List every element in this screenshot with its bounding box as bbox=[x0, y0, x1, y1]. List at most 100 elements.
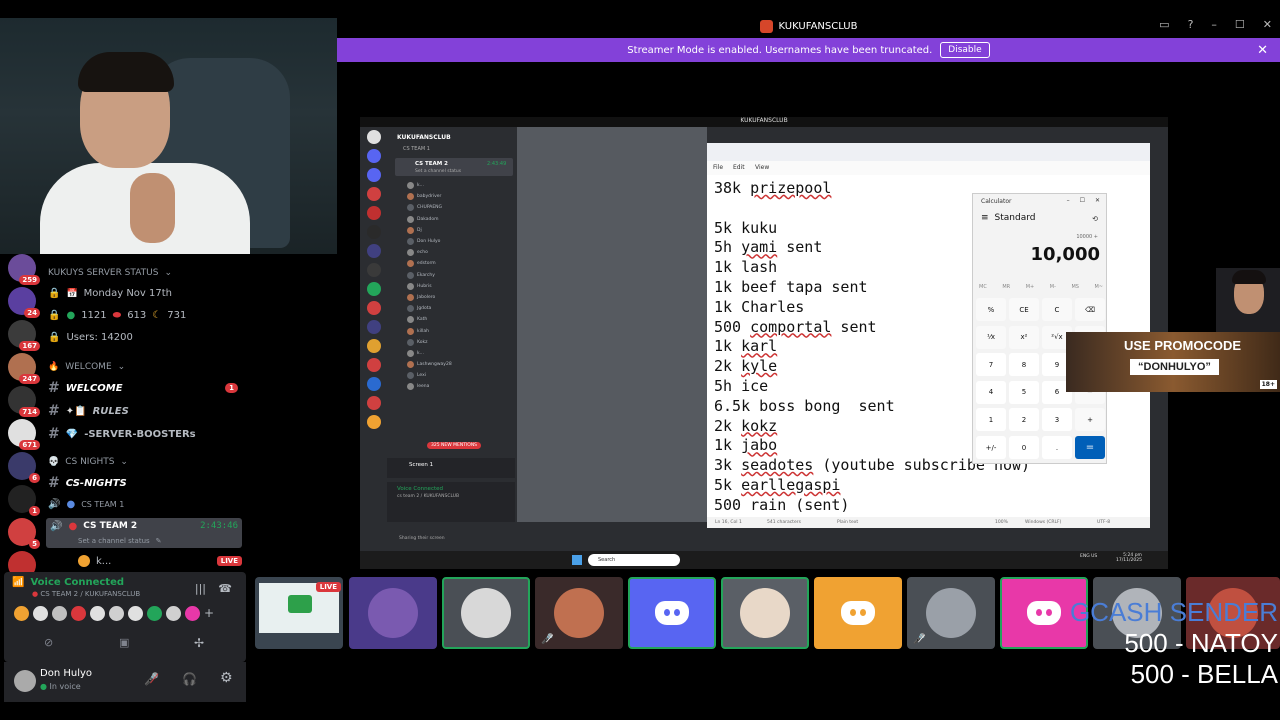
calc-key[interactable]: 7 bbox=[976, 353, 1006, 377]
server-icon[interactable]: 671 bbox=[8, 419, 40, 450]
help-icon[interactable]: ? bbox=[1188, 18, 1194, 31]
memory-button[interactable]: M+ bbox=[1026, 284, 1035, 290]
channel-welcome[interactable]: # WELCOME 1 bbox=[48, 380, 238, 396]
taskbar-search[interactable]: Search bbox=[588, 554, 680, 566]
inbox-icon[interactable]: ▭ bbox=[1159, 18, 1169, 31]
menu-view[interactable]: View bbox=[755, 164, 769, 171]
server-icon[interactable]: 167 bbox=[8, 320, 40, 351]
calc-mode[interactable]: ≡ Standard bbox=[981, 213, 1036, 223]
minimize-button[interactable]: – bbox=[1067, 197, 1070, 204]
channel-status[interactable]: Set a channel status ✎ bbox=[78, 537, 162, 545]
participant-tile[interactable]: 🎤̸ bbox=[535, 577, 623, 649]
welcome-category[interactable]: 🔥 WELCOME ⌄ bbox=[48, 362, 125, 372]
calc-key[interactable]: x² bbox=[1009, 325, 1039, 349]
count-channel[interactable]: 🔒 ● 1121 ⬬ 613 ☾ 731 bbox=[48, 310, 186, 321]
users-channel[interactable]: 🔒 Users: 14200 bbox=[48, 332, 133, 343]
participant-tile[interactable] bbox=[442, 577, 530, 649]
activity-icon[interactable] bbox=[33, 606, 48, 621]
mini-member-avatar bbox=[407, 316, 414, 324]
server-icon[interactable]: 714 bbox=[8, 386, 40, 417]
calc-key[interactable]: 3 bbox=[1042, 408, 1072, 432]
participant-tile[interactable] bbox=[721, 577, 809, 649]
voice-panel: 📶 Voice Connected ● CS TEAM 2 / KUKUFANSC… bbox=[4, 572, 246, 662]
memory-button[interactable]: MR bbox=[1002, 284, 1010, 290]
add-icon[interactable]: + bbox=[204, 606, 214, 621]
status-category[interactable]: KUKUYS SERVER STATUS ⌄ bbox=[48, 268, 172, 278]
maximize-button[interactable]: ☐ bbox=[1080, 197, 1085, 204]
memory-button[interactable]: M~ bbox=[1094, 284, 1103, 290]
calc-key[interactable]: CE bbox=[1009, 298, 1039, 321]
camera-off-icon[interactable]: ⊘ bbox=[44, 636, 53, 649]
activity-icon[interactable] bbox=[147, 606, 162, 621]
menu-edit[interactable]: Edit bbox=[733, 164, 745, 171]
channel-cs-nights[interactable]: # CS-NIGHTS bbox=[48, 475, 127, 491]
menu-file[interactable]: File bbox=[713, 164, 723, 171]
date-channel[interactable]: 🔒 📅 Monday Nov 17th bbox=[48, 288, 172, 299]
age-rating: 18+ bbox=[1259, 380, 1277, 389]
server-icon[interactable]: 5 bbox=[8, 518, 40, 549]
activity-icon[interactable] bbox=[109, 606, 124, 621]
banner-close-icon[interactable]: ✕ bbox=[1257, 43, 1268, 58]
activity-icon[interactable] bbox=[90, 606, 105, 621]
maximize-button[interactable]: ☐ bbox=[1235, 18, 1245, 31]
server-icon[interactable]: 24 bbox=[8, 287, 40, 318]
participant-tile[interactable] bbox=[349, 577, 437, 649]
calc-title: Calculator bbox=[981, 198, 1011, 205]
activity-icon[interactable] bbox=[52, 606, 67, 621]
calc-key[interactable]: + bbox=[1075, 408, 1105, 432]
calc-key[interactable]: 1 bbox=[976, 408, 1006, 432]
memory-button[interactable]: M- bbox=[1050, 284, 1056, 290]
calc-key[interactable]: 8 bbox=[1009, 353, 1039, 377]
hamburger-icon[interactable]: ≡ bbox=[981, 213, 989, 223]
cs-category[interactable]: 💀 CS NIGHTS ⌄ bbox=[48, 457, 128, 467]
disable-button[interactable]: Disable bbox=[940, 42, 990, 58]
activities-icon[interactable]: ✢ bbox=[194, 636, 204, 650]
hash-icon: # bbox=[48, 380, 60, 396]
calc-key[interactable]: 0 bbox=[1009, 436, 1039, 459]
calculator-window: Calculator – ☐ ✕ ≡ Standard ⟲ 10000 + 10,00… bbox=[972, 193, 1107, 464]
headphones-icon[interactable]: 🎧 bbox=[182, 672, 197, 686]
activity-icon[interactable] bbox=[166, 606, 181, 621]
calc-key[interactable]: +/- bbox=[976, 436, 1006, 459]
calc-key[interactable]: . bbox=[1042, 436, 1072, 459]
participant-tile[interactable]: 🎤̸ bbox=[907, 577, 995, 649]
calc-key[interactable]: 2 bbox=[1009, 408, 1039, 432]
activity-icon[interactable] bbox=[71, 606, 86, 621]
history-icon[interactable]: ⟲ bbox=[1092, 215, 1098, 223]
memory-button[interactable]: MS bbox=[1071, 284, 1079, 290]
server-icon[interactable]: 1 bbox=[8, 485, 40, 516]
server-icon[interactable]: 6 bbox=[8, 452, 40, 483]
windows-start-icon[interactable] bbox=[572, 555, 582, 565]
activity-icon[interactable] bbox=[14, 606, 29, 621]
mute-icon[interactable]: 🎤̸ bbox=[144, 672, 159, 686]
voice-status[interactable]: 📶 Voice Connected bbox=[12, 577, 124, 588]
voice-member[interactable]: k... LIVE bbox=[78, 555, 242, 567]
new-mentions-badge[interactable]: 325 NEW MENTIONS bbox=[427, 442, 482, 449]
server-icon[interactable]: 259 bbox=[8, 254, 40, 285]
calc-key[interactable]: % bbox=[976, 298, 1006, 321]
calc-key[interactable]: C bbox=[1042, 298, 1072, 321]
participant-tile[interactable] bbox=[814, 577, 902, 649]
close-button[interactable]: ✕ bbox=[1263, 18, 1272, 31]
screen-share-icon[interactable]: ▣ bbox=[119, 636, 129, 649]
noise-icon[interactable]: ||| bbox=[195, 582, 206, 595]
close-button[interactable]: ✕ bbox=[1095, 197, 1100, 204]
participant-tile[interactable] bbox=[628, 577, 716, 649]
memory-button[interactable]: MC bbox=[979, 284, 987, 290]
disconnect-icon[interactable]: ☎ bbox=[218, 582, 232, 595]
calc-key[interactable]: ⌫ bbox=[1075, 298, 1105, 321]
voice-cs-team-1[interactable]: 🔊 ● CS TEAM 1 bbox=[48, 499, 124, 510]
stream-tile[interactable]: LIVE bbox=[255, 577, 343, 649]
channel-boosters[interactable]: # 💎 -SERVER-BOOSTERs bbox=[48, 426, 196, 442]
calc-key[interactable]: = bbox=[1075, 436, 1105, 459]
gear-icon[interactable]: ⚙ bbox=[220, 670, 233, 686]
activity-icon[interactable] bbox=[185, 606, 200, 621]
minimize-button[interactable]: – bbox=[1211, 18, 1217, 31]
avatar[interactable] bbox=[14, 670, 36, 692]
calc-key[interactable]: 4 bbox=[976, 380, 1006, 404]
activity-icon[interactable] bbox=[128, 606, 143, 621]
calc-key[interactable]: 5 bbox=[1009, 380, 1039, 404]
channel-rules[interactable]: # ✦📋 RULES bbox=[48, 403, 129, 419]
calc-key[interactable]: ⅟x bbox=[976, 325, 1006, 349]
server-icon[interactable]: 247 bbox=[8, 353, 40, 384]
